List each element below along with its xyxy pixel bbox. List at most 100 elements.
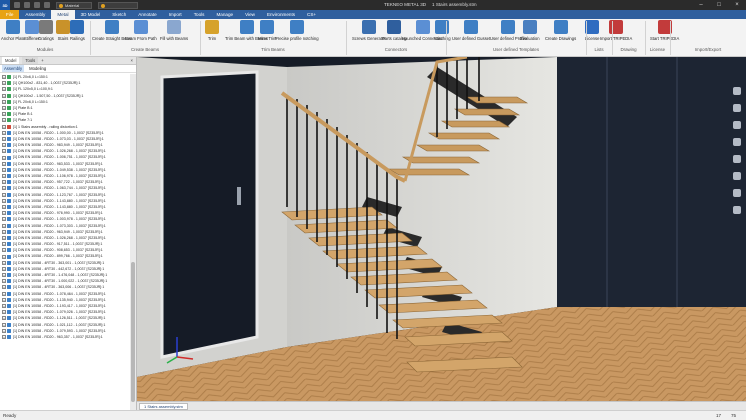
zoom-icon[interactable] xyxy=(733,121,741,129)
tab-assembly[interactable]: Assembly xyxy=(19,10,51,19)
create-drawings-button[interactable]: Create Drawings xyxy=(545,20,576,41)
save-icon[interactable] xyxy=(14,2,20,8)
tab-import[interactable]: Import xyxy=(163,10,188,19)
tab-file[interactable]: File xyxy=(0,10,20,19)
expand-toggle-icon[interactable]: + xyxy=(2,248,6,253)
zoom-window-icon[interactable] xyxy=(733,206,741,214)
expand-toggle-icon[interactable]: + xyxy=(2,217,6,222)
railings-button[interactable]: Railings xyxy=(70,20,85,41)
tab-cs-[interactable]: CS+ xyxy=(301,10,322,19)
tab-tools[interactable]: Tools xyxy=(188,10,211,19)
scrollbar-thumb[interactable] xyxy=(131,262,135,402)
expand-toggle-icon[interactable]: + xyxy=(2,235,6,240)
tab-model[interactable]: Model xyxy=(2,57,20,64)
tab-environments[interactable]: Environments xyxy=(261,10,301,19)
profile-notching-button[interactable]: Precise profile notching xyxy=(275,20,319,41)
expand-toggle-icon[interactable]: + xyxy=(2,87,6,92)
home-icon[interactable] xyxy=(44,2,50,8)
expand-toggle-icon[interactable]: + xyxy=(2,81,6,86)
expand-toggle-icon[interactable]: + xyxy=(2,180,6,185)
license-button[interactable]: License xyxy=(585,20,599,41)
expand-toggle-icon[interactable]: + xyxy=(2,223,6,228)
expand-toggle-icon[interactable]: + xyxy=(2,260,6,265)
expand-toggle-icon[interactable]: + xyxy=(2,211,6,216)
expand-toggle-icon[interactable]: + xyxy=(2,106,6,111)
start-tripedia-button[interactable]: Start TRIPEDIA xyxy=(650,20,679,41)
pan-icon[interactable] xyxy=(733,104,741,112)
expand-toggle-icon[interactable]: + xyxy=(2,266,6,271)
look-at-icon[interactable] xyxy=(733,155,741,163)
tab-tools[interactable]: Tools xyxy=(22,57,39,64)
expand-toggle-icon[interactable]: + xyxy=(2,304,6,309)
expand-toggle-icon[interactable]: + xyxy=(2,316,6,321)
expand-toggle-icon[interactable]: + xyxy=(2,124,6,129)
tab-3d-model[interactable]: 3D Model xyxy=(75,10,107,19)
tab-manage[interactable]: Manage xyxy=(210,10,239,19)
tab-view[interactable]: View xyxy=(239,10,261,19)
close-panel-icon[interactable]: × xyxy=(131,58,133,63)
expand-toggle-icon[interactable]: + xyxy=(2,328,6,333)
stairs-button[interactable]: Stairs xyxy=(56,20,70,41)
expand-toggle-icon[interactable]: + xyxy=(2,118,6,123)
expand-toggle-icon[interactable]: + xyxy=(2,254,6,259)
expand-toggle-icon[interactable]: + xyxy=(2,143,6,148)
expand-toggle-icon[interactable]: + xyxy=(2,186,6,191)
fill-beams-button[interactable]: Fill with Beams xyxy=(160,20,188,41)
expand-toggle-icon[interactable]: + xyxy=(2,279,6,284)
material-combo[interactable]: Material xyxy=(56,1,92,9)
tree-item[interactable]: + [1] DIN EN 10058 - RD20 - 963,357 - 1,0… xyxy=(0,334,130,340)
expand-toggle-icon[interactable]: + xyxy=(2,198,6,203)
expand-toggle-icon[interactable]: + xyxy=(2,167,6,172)
expand-toggle-icon[interactable]: + xyxy=(2,322,6,327)
screws-generator-button[interactable]: Screws Generator xyxy=(352,20,386,41)
expand-toggle-icon[interactable]: + xyxy=(2,155,6,160)
expand-toggle-icon[interactable]: + xyxy=(2,112,6,117)
import-tripedia-button[interactable]: Import TRIPEDIA xyxy=(600,20,632,41)
expand-toggle-icon[interactable]: + xyxy=(2,75,6,80)
undo-icon[interactable] xyxy=(24,2,30,8)
document-tab[interactable]: 1 Stairs assembly.stm xyxy=(139,403,188,410)
appearance-combo[interactable] xyxy=(98,1,138,9)
orbit-icon[interactable] xyxy=(733,138,741,146)
subtab-modeling[interactable]: Modeling xyxy=(27,65,48,72)
expand-toggle-icon[interactable]: + xyxy=(2,192,6,197)
add-tab-icon[interactable]: + xyxy=(41,58,43,63)
trim-button[interactable]: Trim xyxy=(205,20,219,41)
beam-path-button[interactable]: Beam From Path xyxy=(125,20,157,41)
minimize-icon[interactable]: – xyxy=(692,0,710,10)
tab-annotate[interactable]: Annotate xyxy=(132,10,162,19)
expand-toggle-icon[interactable]: + xyxy=(2,130,6,135)
walk-icon[interactable] xyxy=(733,172,741,180)
expand-toggle-icon[interactable]: + xyxy=(2,273,6,278)
expand-toggle-icon[interactable]: + xyxy=(2,285,6,290)
gratings-button[interactable]: Gratings xyxy=(38,20,54,41)
user-gusset-button[interactable]: User defined Gusset xyxy=(452,20,490,41)
miter-trim-button[interactable]: Miter Trim xyxy=(258,20,277,41)
expand-toggle-icon[interactable]: + xyxy=(2,161,6,166)
expand-toggle-icon[interactable]: + xyxy=(2,174,6,179)
redo-icon[interactable] xyxy=(34,2,40,8)
fit-view-icon[interactable] xyxy=(733,189,741,197)
expand-toggle-icon[interactable]: + xyxy=(2,149,6,154)
3d-viewport[interactable] xyxy=(137,57,746,401)
expand-toggle-icon[interactable]: + xyxy=(2,297,6,302)
subtab-assembly[interactable]: Assembly xyxy=(2,65,25,72)
notching-button[interactable]: Notching xyxy=(434,20,451,41)
expand-toggle-icon[interactable]: + xyxy=(2,334,6,339)
expand-toggle-icon[interactable]: + xyxy=(2,205,6,210)
evaluation-button[interactable]: Evaluation xyxy=(520,20,540,41)
anchor-plate-button[interactable]: Anchor Plate xyxy=(1,20,25,41)
view-cube-icon[interactable] xyxy=(733,87,741,95)
expand-toggle-icon[interactable]: + xyxy=(2,291,6,296)
expand-toggle-icon[interactable]: + xyxy=(2,229,6,234)
tree-scrollbar[interactable] xyxy=(130,74,136,413)
expand-toggle-icon[interactable]: + xyxy=(2,99,6,104)
expand-toggle-icon[interactable]: + xyxy=(2,242,6,247)
expand-toggle-icon[interactable]: + xyxy=(2,310,6,315)
expand-toggle-icon[interactable]: + xyxy=(2,136,6,141)
maximize-icon[interactable]: □ xyxy=(710,0,728,10)
expand-toggle-icon[interactable]: + xyxy=(2,93,6,98)
close-icon[interactable]: × xyxy=(728,0,746,10)
tab-metal[interactable]: Metal xyxy=(51,10,75,19)
tab-sketch[interactable]: Sketch xyxy=(106,10,132,19)
